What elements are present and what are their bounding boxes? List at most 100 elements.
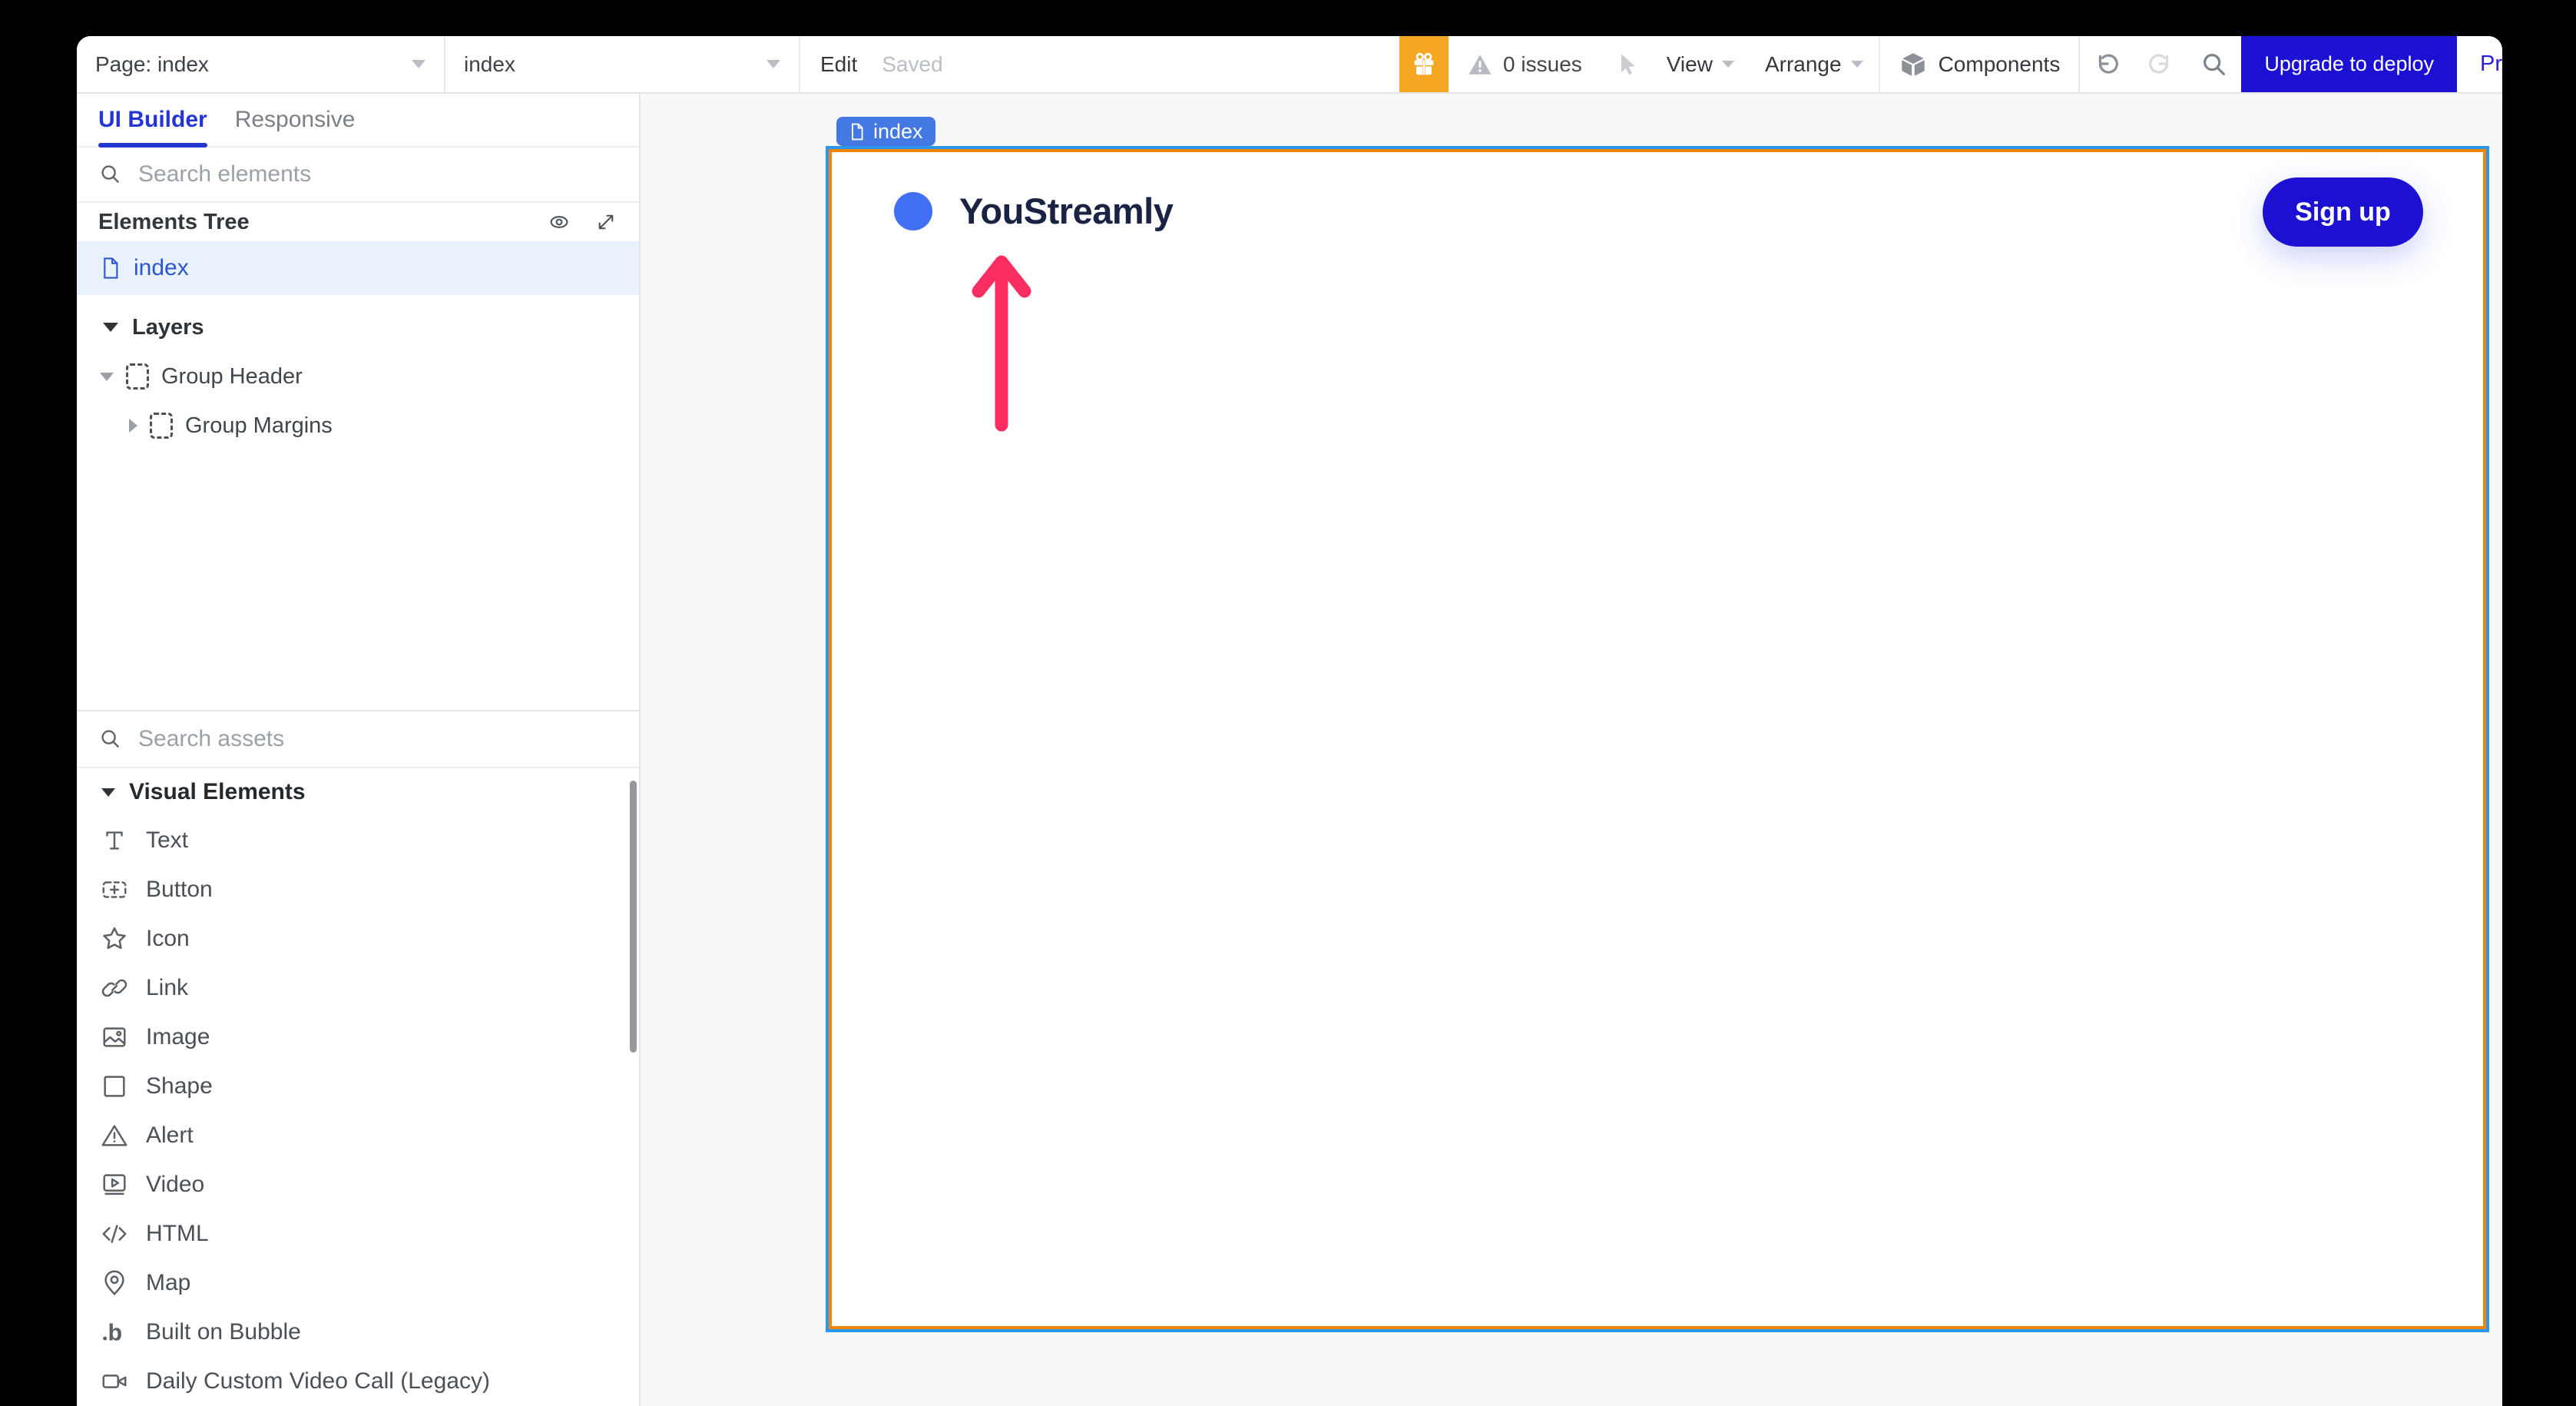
cursor-icon [1613, 51, 1639, 78]
top-toolbar: Page: index index Edit Saved [77, 36, 2502, 94]
asset-item[interactable]: Daily Custom Video Call (Legacy) [77, 1357, 639, 1406]
page-file-icon [849, 121, 866, 142]
page-canvas[interactable]: YouStreamly Sign up [829, 149, 2486, 1329]
main-area: UI Builder Responsive Elements Tree [77, 94, 2502, 1406]
redo-icon [2146, 50, 2175, 79]
select-tool-button[interactable] [1601, 36, 1651, 92]
undo-button[interactable] [2080, 36, 2134, 92]
link-icon [100, 973, 129, 1003]
caret-down-icon [101, 788, 115, 797]
search-elements-input[interactable] [137, 161, 618, 188]
search-icon [2200, 50, 2229, 79]
element-selector-value: index [464, 52, 515, 77]
tab-responsive[interactable]: Responsive [235, 94, 356, 146]
search-assets-input[interactable] [137, 725, 618, 753]
asset-item[interactable]: Shape [77, 1062, 639, 1111]
asset-item[interactable]: Link [77, 963, 639, 1013]
logo-circle[interactable] [894, 192, 932, 230]
asset-item-label: Shape [146, 1073, 213, 1099]
arrow-up-annotation [971, 251, 1032, 436]
editor-window: Page: index index Edit Saved [77, 36, 2502, 1406]
asset-item-label: HTML [146, 1221, 209, 1247]
asset-item-label: Image [146, 1024, 210, 1050]
page-selector-label: Page: index [95, 52, 209, 77]
gift-icon [1409, 50, 1439, 79]
search-tool-button[interactable] [2187, 36, 2241, 92]
asset-item[interactable]: HTML [77, 1209, 639, 1258]
svg-text:b: b [108, 1319, 122, 1345]
asset-item-label: Link [146, 975, 188, 1001]
tree-section-layers[interactable]: Layers [77, 303, 639, 352]
signup-button[interactable]: Sign up [2263, 177, 2423, 247]
asset-item[interactable]: Video [77, 1160, 639, 1209]
star-icon [100, 924, 129, 953]
arrange-menu[interactable]: Arrange [1750, 36, 1879, 92]
tree-item-group-margins[interactable]: Group Margins [77, 401, 639, 450]
elements-tree-title: Elements Tree [98, 210, 250, 235]
warning-triangle-icon [1467, 51, 1493, 78]
alert-icon [100, 1121, 129, 1150]
html-icon [100, 1219, 129, 1248]
issues-indicator[interactable]: 0 issues [1449, 36, 1601, 92]
page-selection-frame: YouStreamly Sign up [826, 146, 2489, 1332]
logo-text[interactable]: YouStreamly [959, 190, 1173, 232]
sidebar-spacer [77, 450, 639, 710]
design-canvas-area[interactable]: index YouStreamly Sign up [641, 94, 2502, 1406]
view-menu[interactable]: View [1651, 36, 1750, 92]
asset-item[interactable]: Button [77, 865, 639, 914]
page-tab-badge[interactable]: index [836, 117, 935, 146]
asset-item-label: Map [146, 1270, 190, 1296]
left-sidebar: UI Builder Responsive Elements Tree [77, 94, 641, 1406]
chevron-down-icon [412, 60, 425, 68]
page-tab-label: index [873, 120, 923, 144]
sidebar-scrollbar-thumb[interactable] [630, 781, 637, 1053]
redo-button[interactable] [2134, 36, 2187, 92]
camera-icon [100, 1367, 129, 1396]
asset-item[interactable]: Icon [77, 914, 639, 963]
screenshot-root: { "toolbar": { "page_selector_label": "P… [0, 0, 2576, 1406]
asset-item[interactable]: Alert [77, 1111, 639, 1160]
asset-item[interactable]: b Built on Bubble [77, 1308, 639, 1357]
asset-list: Text Button Icon Link Image [77, 816, 639, 1406]
search-icon [98, 162, 123, 187]
search-assets-row [77, 710, 639, 768]
image-icon [100, 1023, 129, 1052]
asset-item-label: Daily Custom Video Call (Legacy) [146, 1368, 490, 1394]
components-button[interactable]: Components [1880, 36, 2079, 92]
asset-item-label: Alert [146, 1122, 194, 1149]
search-icon [98, 727, 123, 751]
expand-icon[interactable] [594, 211, 618, 234]
caret-down-icon [100, 373, 114, 381]
element-selector-dropdown[interactable]: index [445, 36, 799, 92]
asset-item[interactable]: Image [77, 1013, 639, 1062]
tab-ui-builder[interactable]: UI Builder [98, 94, 207, 146]
elements-tree-header: Elements Tree [77, 203, 639, 241]
asset-item[interactable]: Map [77, 1258, 639, 1308]
dashed-group-icon [150, 413, 173, 439]
asset-item-label: Button [146, 877, 213, 903]
asset-item-label: Text [146, 827, 188, 854]
undo-icon [2092, 50, 2121, 79]
gift-button[interactable] [1399, 36, 1449, 92]
video-icon [100, 1170, 129, 1199]
asset-item-label: Built on Bubble [146, 1319, 301, 1345]
upgrade-to-deploy-button[interactable]: Upgrade to deploy [2241, 36, 2457, 92]
dashed-group-icon [126, 363, 149, 390]
asset-item[interactable]: Text [77, 816, 639, 865]
asset-item-label: Icon [146, 926, 190, 952]
map-icon [100, 1268, 129, 1298]
tree-item-group-header[interactable]: Group Header [77, 352, 639, 401]
caret-right-icon [129, 419, 137, 433]
preview-button[interactable]: Pr [2457, 36, 2502, 92]
edit-menu[interactable]: Edit [800, 36, 863, 92]
eye-icon[interactable] [547, 210, 571, 234]
visual-elements-header[interactable]: Visual Elements [77, 768, 639, 816]
asset-item-label: Video [146, 1172, 204, 1198]
sidebar-tabs: UI Builder Responsive [77, 94, 639, 148]
chevron-down-icon [767, 60, 780, 68]
caret-down-icon [103, 323, 118, 332]
page-selector-dropdown[interactable]: Page: index [77, 36, 444, 92]
page-file-icon [100, 256, 121, 280]
tree-item-index-selected[interactable]: index [77, 241, 639, 295]
bubble-icon: b [100, 1318, 129, 1347]
